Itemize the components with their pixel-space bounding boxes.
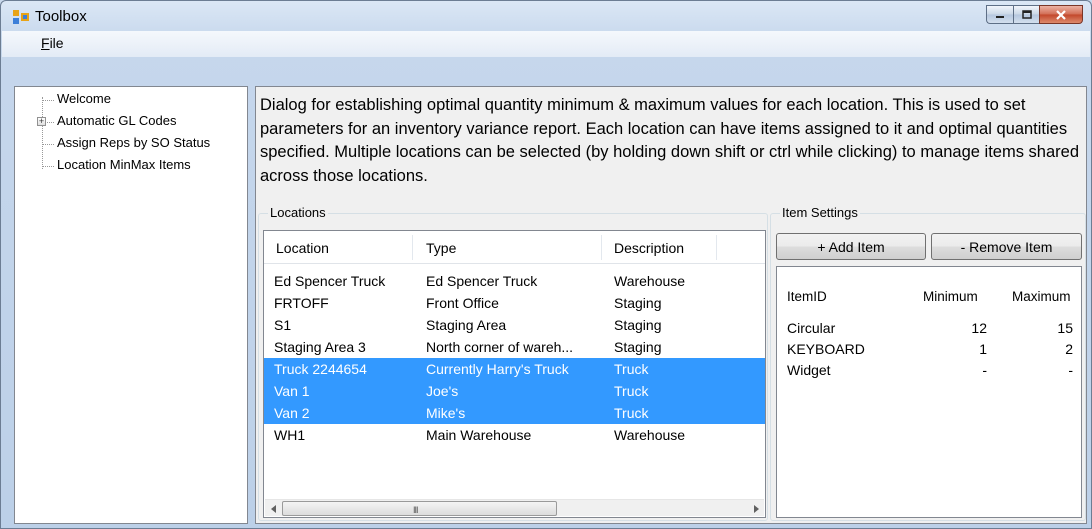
add-item-button[interactable]: + Add Item [776,233,926,260]
cell-type: Staging Area [426,317,507,333]
scroll-grip: III [413,505,418,515]
cell-location: Ed Spencer Truck [274,273,386,289]
cell-max[interactable]: - [1013,362,1073,378]
tree-item-assign-reps[interactable]: Assign Reps by SO Status [15,135,247,153]
table-row[interactable]: KEYBOARD 1 2 [777,339,1081,360]
item-grid-header: ItemID Minimum Maximum [777,267,1081,311]
cell-location: Truck 2244654 [274,361,367,377]
cell-item[interactable]: Circular [787,320,835,336]
table-row[interactable]: Van 2 Mike's Truck [264,402,765,424]
table-row[interactable]: S1 Staging Area Staging [264,314,765,336]
cell-min[interactable]: - [927,362,987,378]
cell-max[interactable]: 15 [1013,320,1073,336]
table-row[interactable]: Circular 12 15 [777,318,1081,339]
arrow-right-icon [753,504,759,513]
app-icon [13,10,29,24]
horizontal-scrollbar[interactable]: III [265,499,764,516]
cell-location: S1 [274,317,292,333]
tree-item-label: Assign Reps by SO Status [57,135,211,150]
table-row[interactable]: Staging Area 3 North corner of wareh... St… [264,336,765,358]
column-divider[interactable] [716,235,717,260]
scroll-left-button[interactable] [265,500,282,517]
table-row[interactable]: Ed Spencer Truck Ed Spencer Truck Warehous… [264,270,765,292]
column-header-minimum[interactable]: Minimum [923,289,978,304]
cell-description: Staging [614,317,662,333]
menu-bar: File [2,31,1090,57]
tree-branch [43,100,54,101]
maximize-icon [1021,10,1032,19]
cell-location: Van 2 [274,405,310,421]
cell-type: Front Office [426,295,499,311]
tree-item-location-minmax[interactable]: Location MinMax Items [15,157,247,175]
table-row[interactable]: FRTOFF Front Office Staging [264,292,765,314]
tree-item-label: Location MinMax Items [57,157,191,172]
remove-item-button[interactable]: - Remove Item [931,233,1082,260]
title-bar[interactable]: Toolbox [1,1,1091,33]
tree-branch [43,166,54,167]
minimize-button[interactable] [986,5,1013,24]
minimize-icon [996,15,1004,18]
column-header-itemid[interactable]: ItemID [787,289,827,304]
menu-file-mnemonic: F [41,35,50,51]
cell-type: Ed Spencer Truck [426,273,538,289]
cell-item[interactable]: Widget [787,362,831,378]
cell-type: Currently Harry's Truck [426,361,569,377]
cell-description: Truck [614,383,649,399]
scroll-thumb[interactable]: III [282,501,557,516]
cell-location: WH1 [274,427,306,443]
cell-type: Main Warehouse [426,427,532,443]
menu-file-label: ile [49,35,64,51]
menu-file[interactable]: File [41,35,64,51]
cell-max[interactable]: 2 [1013,341,1073,357]
cell-description: Warehouse [614,427,686,443]
cell-description: Staging [614,339,662,355]
cell-description: Truck [614,405,649,421]
maximize-button[interactable] [1013,5,1039,24]
column-divider[interactable] [412,235,413,260]
cell-item[interactable]: KEYBOARD [787,341,865,357]
tree-item-automatic-gl-codes[interactable]: + Automatic GL Codes [15,113,247,131]
locations-header: Location Type Description [264,231,765,264]
navigation-tree[interactable]: Welcome + Automatic GL Codes Assign Reps… [14,86,248,524]
expand-icon[interactable]: + [37,117,46,126]
table-row[interactable]: WH1 Main Warehouse Warehouse [264,424,765,446]
cell-location: Van 1 [274,383,310,399]
cell-description: Staging [614,295,662,311]
column-header-type[interactable]: Type [426,240,456,256]
column-divider[interactable] [601,235,602,260]
cell-description: Truck [614,361,649,377]
tree-item-welcome[interactable]: Welcome [15,91,247,109]
close-icon [1056,9,1066,20]
item-settings-group-title: Item Settings [780,205,860,220]
cell-description: Warehouse [614,273,686,289]
cell-min[interactable]: 12 [927,320,987,336]
tree-item-label: Welcome [57,91,111,106]
cell-type: North corner of wareh... [426,339,574,355]
locations-group-title: Locations [268,205,328,220]
table-row[interactable]: Widget - - [777,360,1081,381]
tree-item-label: Automatic GL Codes [57,113,177,128]
arrow-left-icon [270,504,276,513]
table-row[interactable]: Van 1 Joe's Truck [264,380,765,402]
tree-branch [43,144,54,145]
cell-location: FRTOFF [274,295,329,311]
window-title: Toolbox [35,8,87,25]
column-header-description[interactable]: Description [614,240,684,256]
item-settings-grid[interactable]: ItemID Minimum Maximum Circular 12 15 KEYBO… [776,266,1082,518]
table-row[interactable]: Truck 2244654 Currently Harry's Truck Truc… [264,358,765,380]
cell-min[interactable]: 1 [927,341,987,357]
cell-type: Joe's [426,383,459,399]
column-header-location[interactable]: Location [276,240,329,256]
locations-list[interactable]: Location Type Description Ed Spencer Tru… [263,230,766,518]
scroll-right-button[interactable] [747,500,764,517]
window-controls [986,5,1083,25]
close-button[interactable] [1039,5,1083,24]
description-text: Dialog for establishing optimal quantity… [260,96,1079,185]
column-header-maximum[interactable]: Maximum [1012,289,1071,304]
cell-location: Staging Area 3 [274,339,366,355]
cell-type: Mike's [426,405,466,421]
